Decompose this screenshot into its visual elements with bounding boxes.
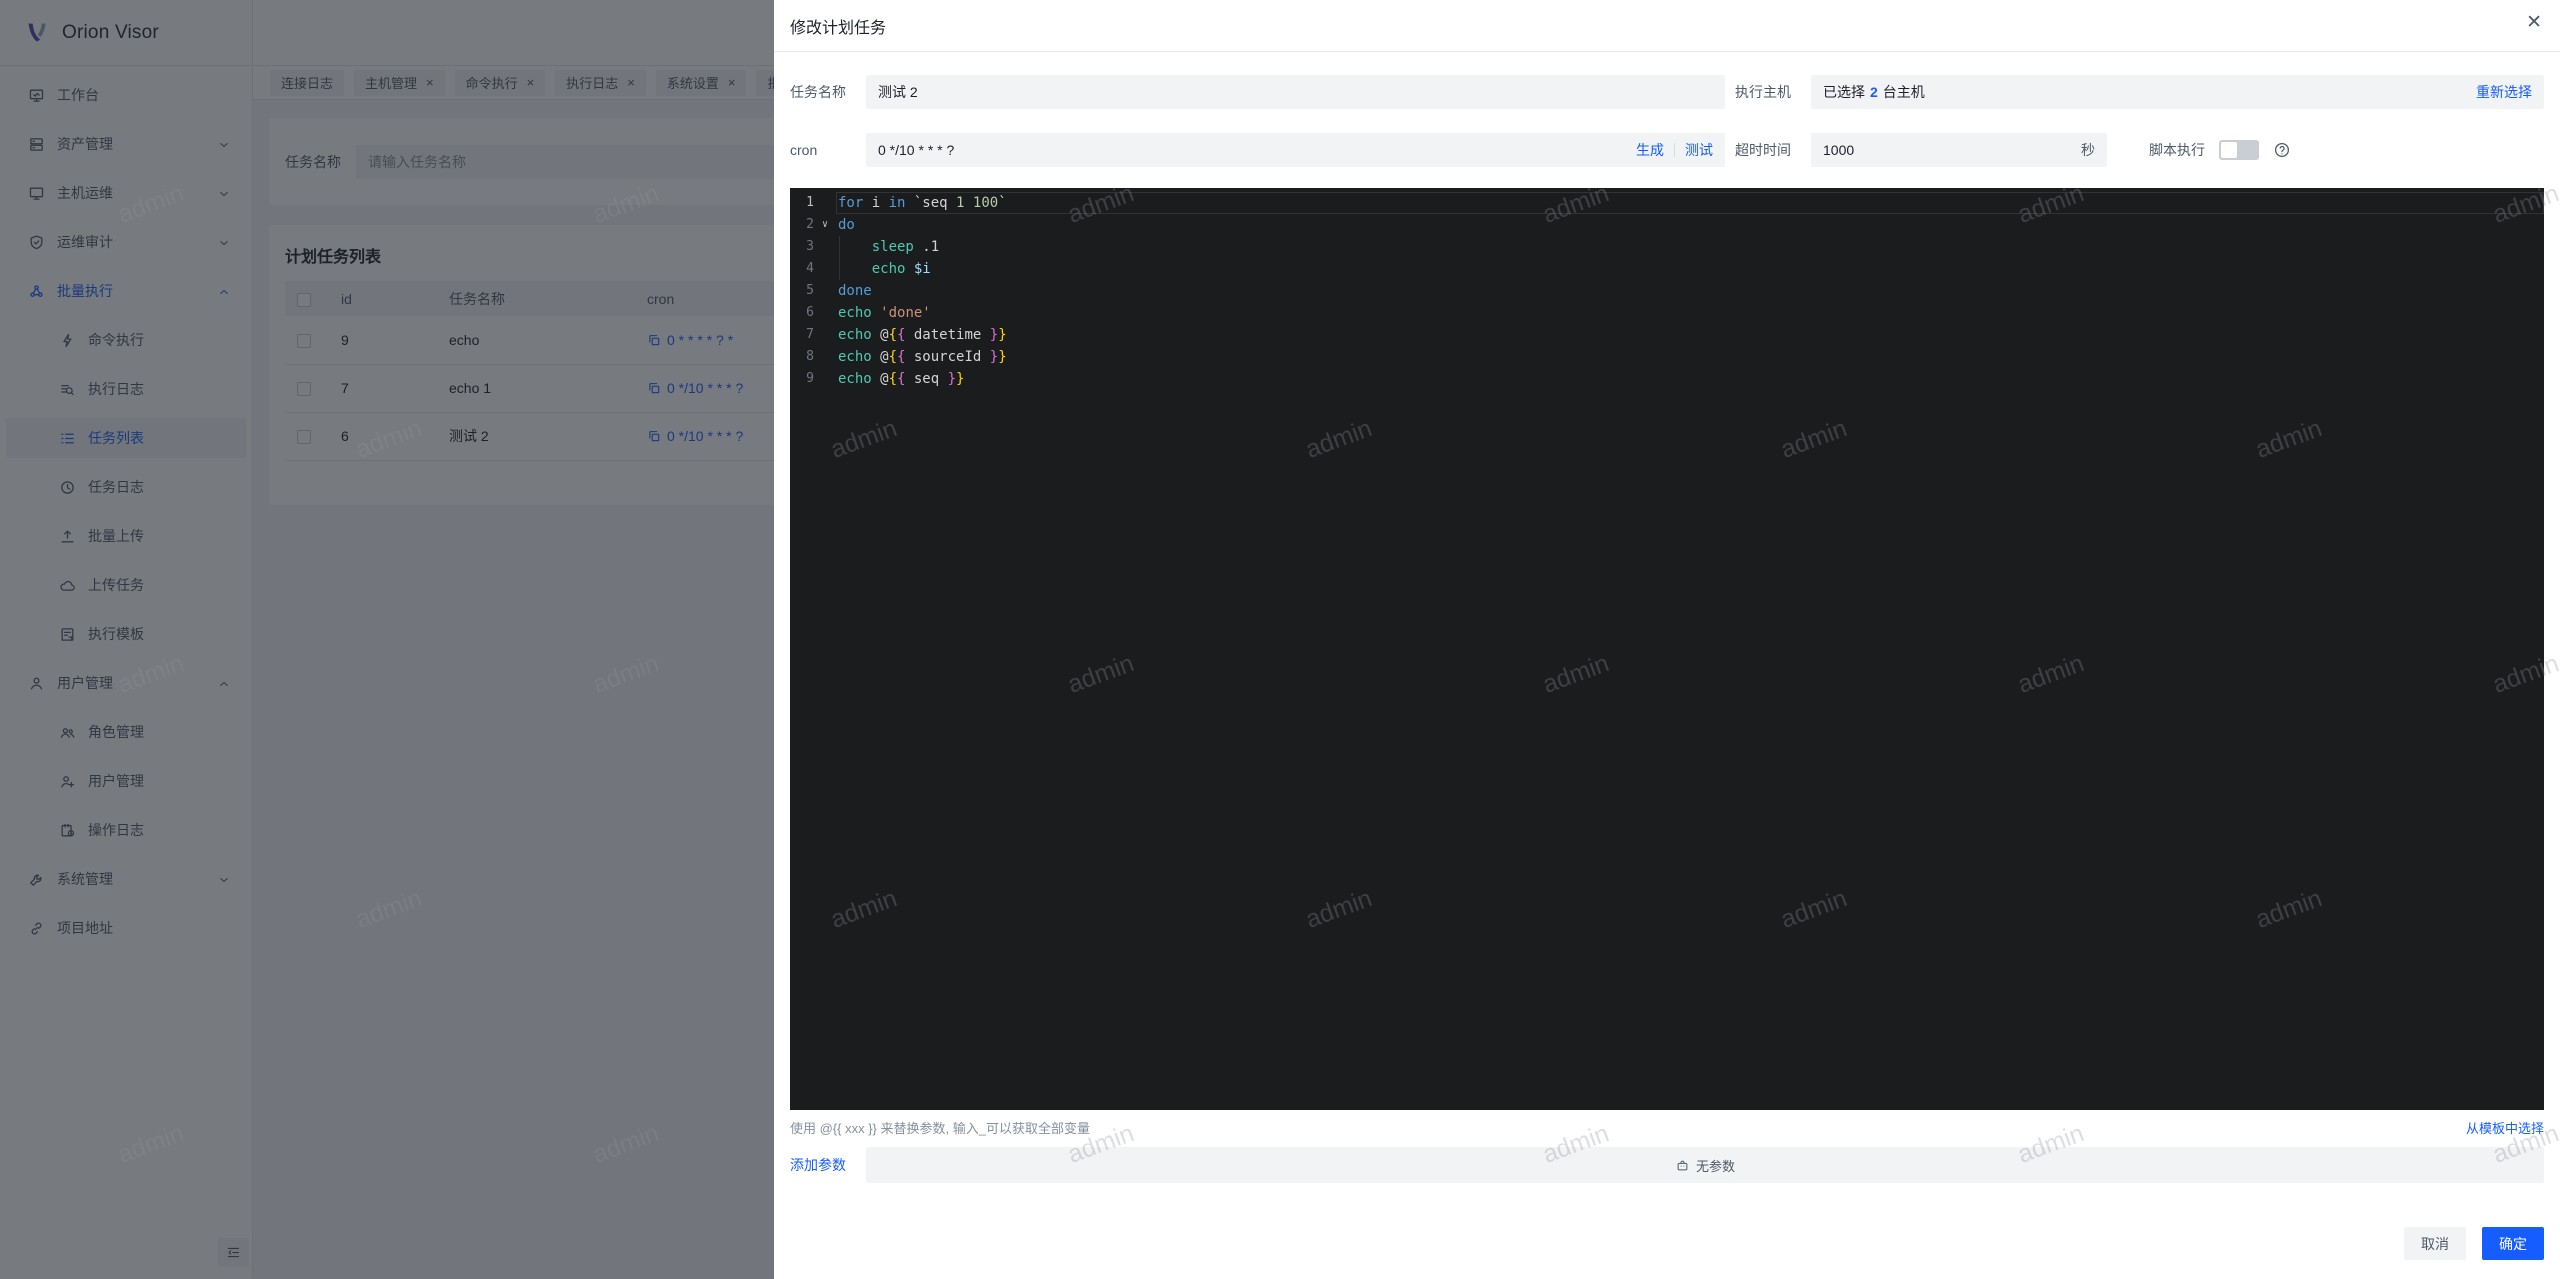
line-number: 9: [790, 368, 814, 390]
editor-line: 5 done: [790, 280, 2544, 302]
exec-host-label: 执行主机: [1735, 82, 1797, 102]
editor-line: 4 echo $i: [790, 258, 2544, 280]
line-number: 3: [790, 236, 814, 258]
editor-line: 8 echo @{{ sourceId }}: [790, 346, 2544, 368]
line-number: 6: [790, 302, 814, 324]
help-icon[interactable]: [2273, 141, 2291, 159]
line-number: 1: [790, 192, 814, 214]
no-params-text: 无参数: [1696, 1156, 1735, 1175]
host-selected-suffix: 台主机: [1883, 82, 1925, 102]
exec-host-field: 已选择 2 台主机 重新选择: [1811, 75, 2544, 109]
select-from-template-link[interactable]: 从模板中选择: [2466, 1118, 2544, 1137]
timeout-input[interactable]: [1823, 142, 2081, 158]
modal-title: 修改计划任务: [790, 14, 886, 38]
editor-line: 2∨do: [790, 214, 2544, 236]
script-exec-toggle[interactable]: [2219, 140, 2259, 160]
script-exec-label: 脚本执行: [2149, 140, 2205, 160]
line-number: 5: [790, 280, 814, 302]
code-text: for i in `seq 1 100`: [836, 192, 1007, 214]
modal-header: 修改计划任务: [774, 0, 2560, 52]
task-name-label: 任务名称: [790, 82, 852, 102]
code-text: done: [836, 280, 872, 302]
divider: [1674, 143, 1675, 157]
no-params-empty-state: 无参数: [866, 1147, 2544, 1183]
code-text: sleep .1: [836, 236, 939, 258]
line-number: 4: [790, 258, 814, 280]
edit-schedule-task-modal: 修改计划任务 ✕ 任务名称 执行主机 已选择 2 台主机 重新选择: [774, 0, 2560, 1279]
code-text: echo @{{ sourceId }}: [836, 346, 1007, 368]
host-selected-count: 2: [1870, 84, 1878, 100]
editor-line: 3 sleep .1: [790, 236, 2544, 258]
confirm-button[interactable]: 确定: [2482, 1227, 2544, 1260]
add-param-link[interactable]: 添加参数: [790, 1155, 852, 1175]
cron-input[interactable]: [878, 142, 1636, 158]
line-number: 8: [790, 346, 814, 368]
host-selected-prefix: 已选择: [1823, 82, 1865, 102]
line-number: 2: [790, 214, 814, 236]
code-text: echo @{{ datetime }}: [836, 324, 1007, 346]
cron-test-link[interactable]: 测试: [1685, 140, 1713, 160]
code-text: echo $i: [836, 258, 931, 280]
empty-icon: [1675, 1158, 1690, 1173]
line-number: 7: [790, 324, 814, 346]
editor-line: 1 for i in `seq 1 100`: [790, 192, 2544, 214]
editor-line: 7 echo @{{ datetime }}: [790, 324, 2544, 346]
task-name-field: [866, 75, 1725, 109]
code-text: echo @{{ seq }}: [836, 368, 964, 390]
timeout-unit: 秒: [2081, 140, 2095, 160]
editor-line: 9 echo @{{ seq }}: [790, 368, 2544, 390]
modal-body: 任务名称 执行主机 已选择 2 台主机 重新选择: [790, 52, 2544, 1227]
param-hint-text: 使用 @{{ xxx }} 来替换参数, 输入_可以获取全部变量: [790, 1118, 1090, 1137]
toggle-knob: [2221, 142, 2237, 158]
script-code-editor[interactable]: 1for i in `seq 1 100`2∨do3 sleep .14 ech…: [790, 188, 2544, 1110]
cron-label: cron: [790, 142, 852, 158]
fold-chevron-icon[interactable]: ∨: [814, 214, 836, 236]
code-text: echo 'done': [836, 302, 931, 324]
editor-line: 6 echo 'done': [790, 302, 2544, 324]
modal-footer: 取消 确定: [774, 1227, 2560, 1279]
reselect-hosts-link[interactable]: 重新选择: [2476, 82, 2532, 102]
code-text: do: [836, 214, 855, 236]
task-name-input[interactable]: [878, 84, 1713, 100]
timeout-field: 秒: [1811, 133, 2107, 167]
screen: Orion Visor 工作台资产管理主机运维运维审计批量执行命令执行执行日志任…: [0, 0, 2560, 1279]
close-icon[interactable]: ✕: [2526, 13, 2542, 32]
cron-generate-link[interactable]: 生成: [1636, 140, 1664, 160]
timeout-label: 超时时间: [1735, 140, 1797, 160]
cron-field: 生成 测试: [866, 133, 1725, 167]
cancel-button[interactable]: 取消: [2404, 1227, 2466, 1260]
